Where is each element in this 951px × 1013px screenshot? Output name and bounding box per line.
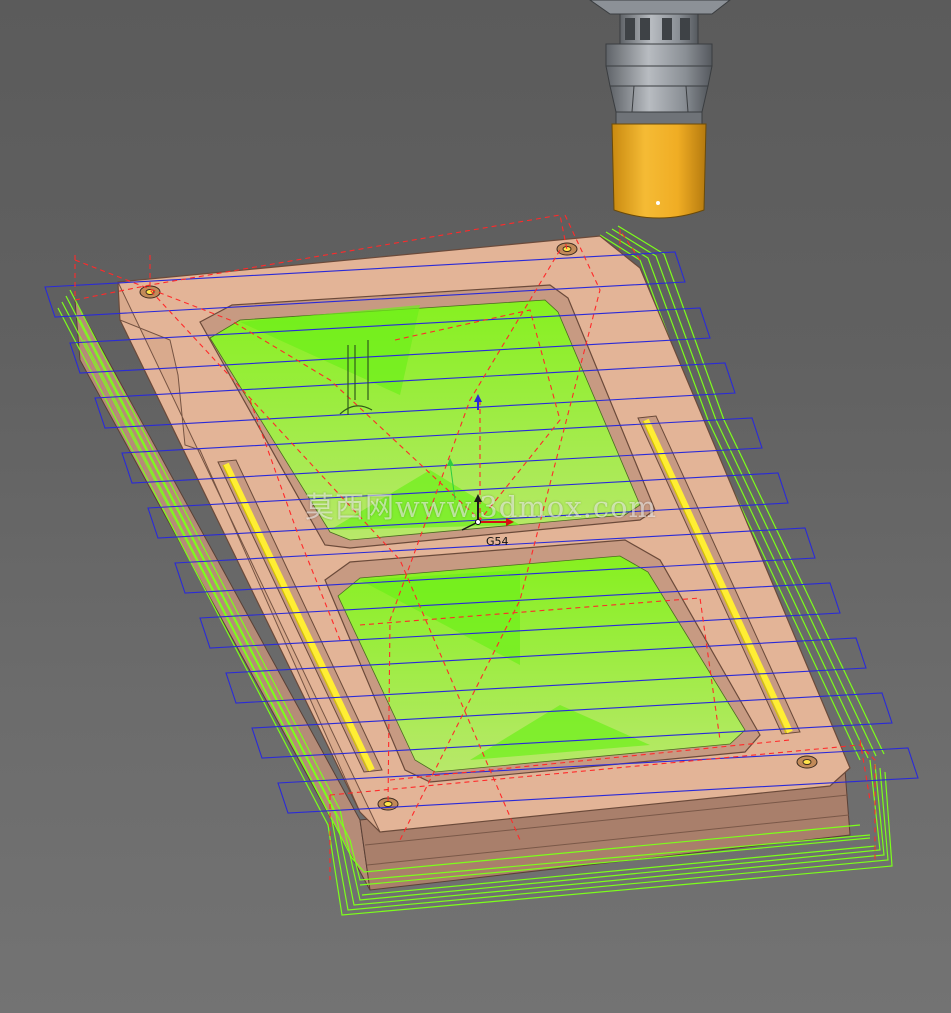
wcs-label: G54 — [486, 535, 509, 548]
cam-3d-viewport[interactable]: 莫西网www.3dmox.com G54 — [0, 0, 951, 1013]
tool-holder-icon — [589, 0, 731, 125]
watermark-text: 莫西网www.3dmox.com — [305, 490, 657, 524]
cutter-icon — [611, 123, 707, 219]
